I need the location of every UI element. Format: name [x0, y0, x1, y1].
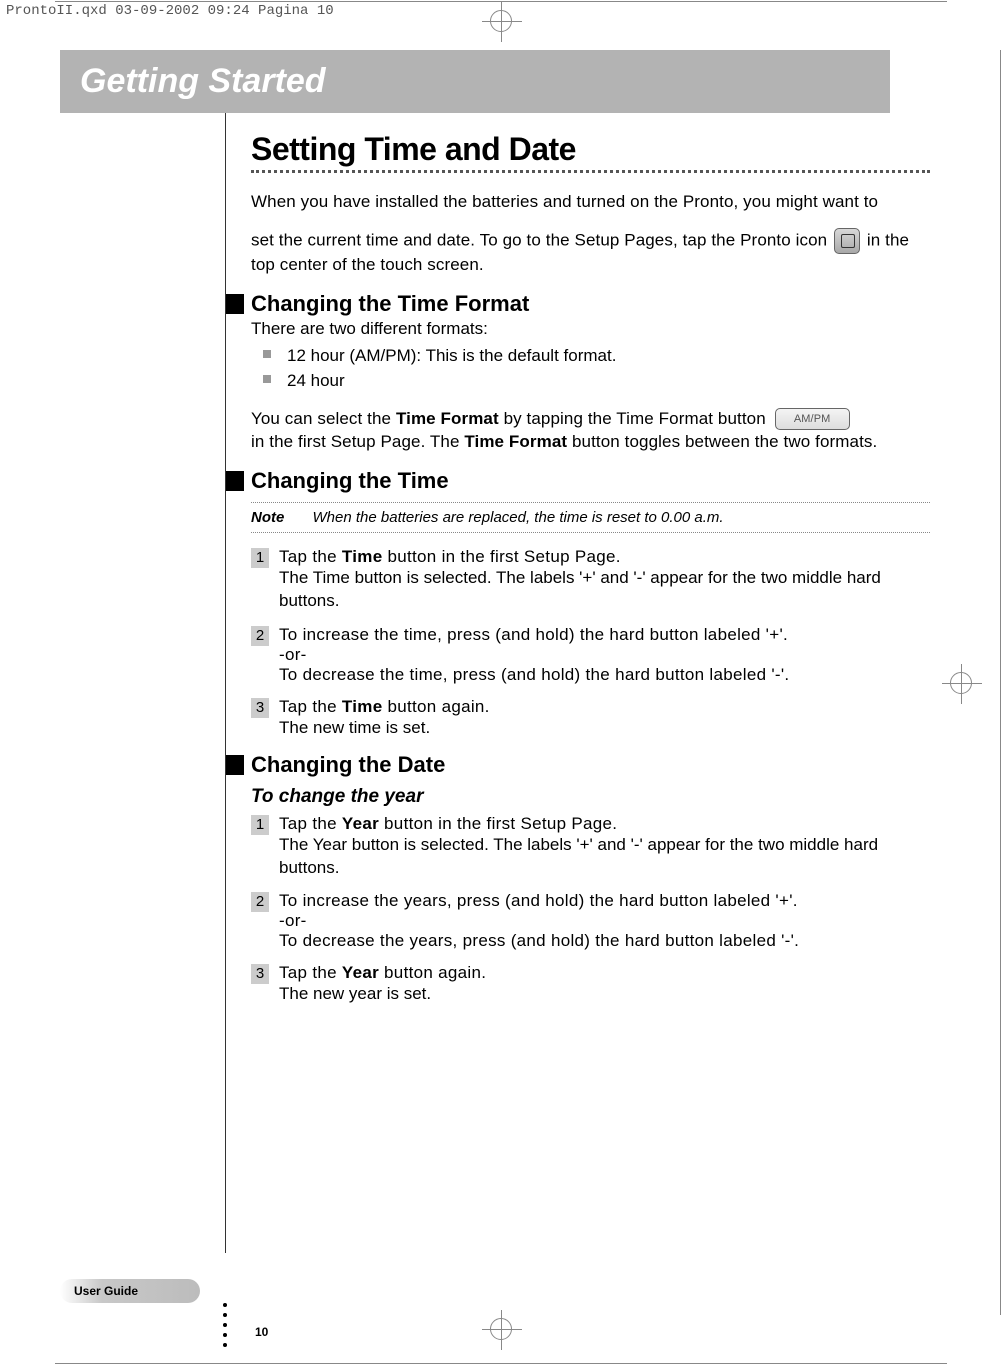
- intro-text: set the current time and date. To go to …: [251, 230, 832, 249]
- page-number: 10: [255, 1325, 268, 1339]
- heading-marker-icon: [226, 294, 244, 314]
- step-main: Tap the Year button again.: [279, 963, 930, 983]
- format-list: 12 hour (AM/PM): This is the default for…: [251, 343, 930, 394]
- note-label: Note: [251, 509, 284, 526]
- heading-marker-icon: [226, 755, 244, 775]
- step-item: 2 To increase the time, press (and hold)…: [251, 625, 930, 685]
- year-steps-list: 1 Tap the Year button in the first Setup…: [251, 814, 930, 1007]
- step-item: 1 Tap the Year button in the first Setup…: [251, 814, 930, 880]
- list-item: 12 hour (AM/PM): This is the default for…: [273, 343, 930, 369]
- pronto-icon: [834, 228, 860, 254]
- step-main: To decrease the time, press (and hold) t…: [279, 665, 930, 685]
- formats-intro: There are two different formats:: [251, 319, 930, 339]
- step-number: 3: [251, 698, 269, 718]
- subheading-date: Changing the Date: [251, 752, 930, 778]
- divider: [251, 170, 930, 173]
- step-number: 2: [251, 626, 269, 646]
- step-item: 3 Tap the Time button again. The new tim…: [251, 697, 930, 740]
- subheading-label: Changing the Time Format: [251, 291, 529, 317]
- step-main: Tap the Year button in the first Setup P…: [279, 814, 930, 834]
- step-main: Tap the Time button in the first Setup P…: [279, 547, 930, 567]
- step-main: Tap the Time button again.: [279, 697, 930, 717]
- step-sub: The new year is set.: [279, 983, 930, 1006]
- time-steps-list: 1 Tap the Time button in the first Setup…: [251, 547, 930, 740]
- step-sub: The Year button is selected. The labels …: [279, 834, 930, 880]
- ampm-button-icon: AM/PM: [775, 408, 850, 430]
- step-sub: The Time button is selected. The labels …: [279, 567, 930, 613]
- sub-subheading: To change the year: [251, 786, 930, 808]
- step-number: 1: [251, 815, 269, 835]
- step-sub: The new time is set.: [279, 717, 930, 740]
- subheading-time: Changing the Time: [251, 468, 930, 494]
- chapter-title: Getting Started: [60, 50, 890, 113]
- note-text: When the batteries are replaced, the tim…: [313, 509, 724, 526]
- step-item: 1 Tap the Time button in the first Setup…: [251, 547, 930, 613]
- footer-user-guide: User Guide: [60, 1279, 200, 1303]
- step-or: -or-: [279, 911, 930, 931]
- step-number: 3: [251, 964, 269, 984]
- step-or: -or-: [279, 645, 930, 665]
- time-format-paragraph: You can select the Time Format by tappin…: [251, 408, 930, 454]
- intro-paragraph-2: set the current time and date. To go to …: [251, 228, 930, 277]
- footer-dots-icon: [223, 1303, 227, 1347]
- heading-marker-icon: [226, 471, 244, 491]
- note-box: Note When the batteries are replaced, th…: [251, 502, 930, 533]
- subheading-label: Changing the Date: [251, 752, 445, 778]
- step-main: To increase the years, press (and hold) …: [279, 891, 930, 911]
- crop-mark-icon: [490, 10, 512, 32]
- list-item: 24 hour: [273, 368, 930, 394]
- intro-paragraph-1: When you have installed the batteries an…: [251, 191, 930, 214]
- step-number: 1: [251, 548, 269, 568]
- crop-mark-icon: [950, 672, 972, 694]
- crop-mark-icon: [490, 1318, 512, 1340]
- subheading-time-format: Changing the Time Format: [251, 291, 930, 317]
- step-main: To increase the time, press (and hold) t…: [279, 625, 930, 645]
- step-main: To decrease the years, press (and hold) …: [279, 931, 930, 951]
- step-item: 2 To increase the years, press (and hold…: [251, 891, 930, 951]
- section-title: Setting Time and Date: [251, 131, 930, 168]
- step-item: 3 Tap the Year button again. The new yea…: [251, 963, 930, 1006]
- step-number: 2: [251, 892, 269, 912]
- subheading-label: Changing the Time: [251, 468, 449, 494]
